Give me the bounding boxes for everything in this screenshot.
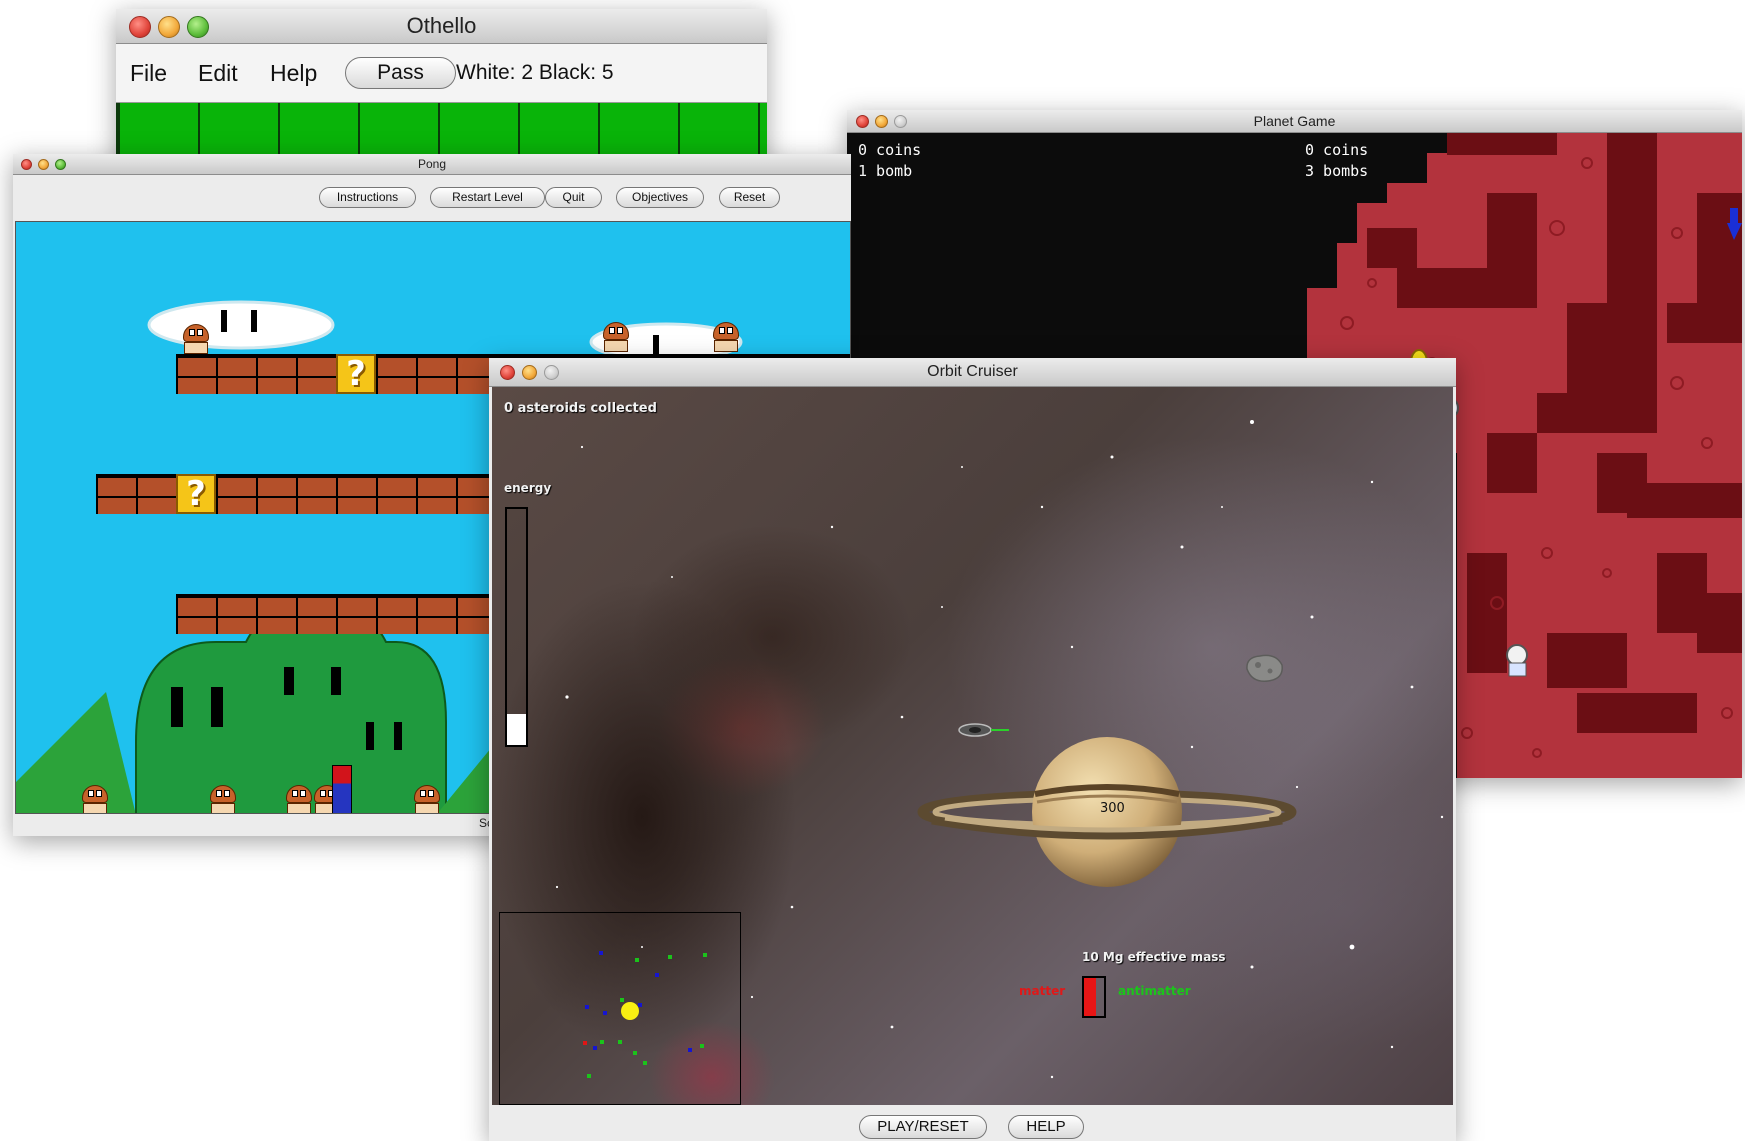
orbit-titlebar[interactable]: Orbit Cruiser [489, 358, 1456, 387]
effective-mass-text: 10 Mg effective mass [1082, 950, 1226, 964]
goomba-enemy [80, 785, 110, 813]
objectives-button[interactable]: Objectives [616, 187, 704, 208]
zoom-icon[interactable] [544, 365, 559, 380]
matter-label: matter [1019, 984, 1066, 998]
energy-label: energy [504, 481, 552, 495]
menu-file[interactable]: File [130, 60, 167, 87]
zoom-icon[interactable] [187, 16, 209, 38]
zoom-icon[interactable] [894, 115, 907, 128]
othello-toolbar: File Edit Help Pass White: 2 Black: 5 [116, 44, 767, 103]
goomba-enemy [208, 785, 238, 813]
question-block: ? [176, 474, 216, 514]
minimize-icon[interactable] [38, 159, 49, 170]
asteroids-collected-text: 0 asteroids collected [504, 401, 657, 416]
planet-title: Planet Game [1253, 113, 1336, 129]
question-block: ? [336, 354, 376, 394]
close-icon[interactable] [856, 115, 869, 128]
zoom-icon[interactable] [55, 159, 66, 170]
energy-fill [507, 714, 526, 745]
mario-player [332, 765, 352, 813]
orbit-window: Orbit Cruiser 0 asteroids collected ener… [489, 358, 1456, 1141]
othello-title: Othello [406, 13, 477, 38]
minimap-dots [583, 951, 707, 1078]
minimize-icon[interactable] [875, 115, 888, 128]
close-icon[interactable] [21, 159, 32, 170]
minimap [499, 912, 741, 1105]
energy-meter [505, 507, 528, 747]
othello-titlebar[interactable]: Othello [116, 9, 767, 44]
antimatter-label: antimatter [1118, 984, 1191, 998]
planet-titlebar[interactable]: Planet Game [847, 110, 1742, 133]
orbit-title: Orbit Cruiser [927, 363, 1018, 380]
pong-toolbar: Instructions Restart Level Quit Objectiv… [13, 175, 851, 219]
help-button[interactable]: HELP [1008, 1115, 1084, 1139]
instructions-button[interactable]: Instructions [319, 187, 416, 208]
matter-fill [1084, 978, 1096, 1016]
menu-help[interactable]: Help [270, 60, 317, 87]
asteroid-icon [1246, 654, 1283, 682]
planet-value: 300 [1100, 801, 1125, 816]
orbit-game-area[interactable]: 0 asteroids collected energy 300 10 Mg e… [492, 387, 1453, 1105]
othello-window: Othello File Edit Help Pass White: 2 Bla… [116, 9, 767, 169]
goomba-enemy [711, 322, 741, 352]
orbit-bottom-bar: PLAY/RESET HELP [489, 1105, 1456, 1141]
pong-titlebar[interactable]: Pong [13, 154, 851, 175]
brick-row-middle [96, 474, 516, 514]
pong-title: Pong [417, 157, 447, 171]
goomba-enemy [412, 785, 442, 813]
mass-meter [1082, 976, 1106, 1018]
quit-button[interactable]: Quit [545, 187, 602, 208]
close-icon[interactable] [500, 365, 515, 380]
goomba-enemy [181, 324, 211, 354]
goomba-enemy [284, 785, 314, 813]
play-reset-button[interactable]: PLAY/RESET [859, 1115, 987, 1139]
minimize-icon[interactable] [522, 365, 537, 380]
goomba-enemy [601, 322, 631, 352]
reset-button[interactable]: Reset [719, 187, 780, 208]
score-text: White: 2 Black: 5 [456, 61, 614, 84]
brick-row-lower [176, 594, 516, 634]
menu-edit[interactable]: Edit [198, 60, 238, 87]
pass-button[interactable]: Pass [345, 57, 456, 89]
restart-level-button[interactable]: Restart Level [430, 187, 545, 208]
close-icon[interactable] [129, 16, 151, 38]
minimize-icon[interactable] [158, 16, 180, 38]
